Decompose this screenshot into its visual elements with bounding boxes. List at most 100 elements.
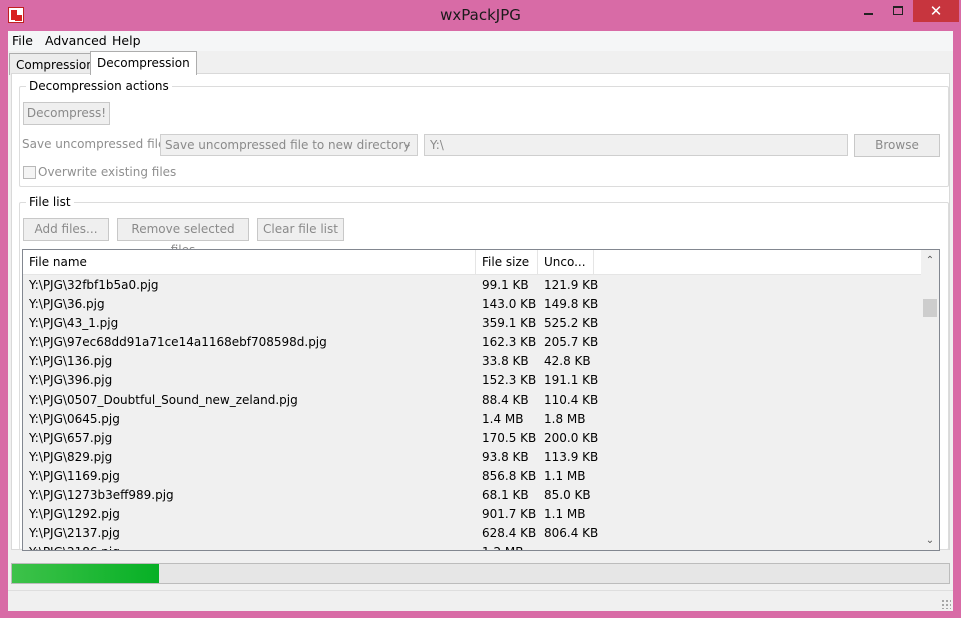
uncompressed-size-cell: 205.7 KB [544, 335, 599, 350]
file-size-cell: 901.7 KB [482, 507, 537, 522]
file-name-cell: Y:\PJG\829.pjg [29, 449, 113, 464]
decompression-panel: Decompression actions Decompress! Save u… [11, 73, 950, 551]
file-name-cell: Y:\PJG\43_1.pjg [29, 316, 119, 331]
overwrite-checkbox[interactable] [23, 166, 36, 179]
file-name-cell: Y:\PJG\36.pjg [29, 297, 105, 312]
file-size-cell: 93.8 KB [482, 449, 529, 464]
scroll-down-icon[interactable]: ⌄ [921, 532, 939, 549]
file-list-header: File name File size Unco... [23, 250, 922, 275]
file-size-cell: 628.4 KB [482, 526, 537, 541]
file-name-cell: Y:\PJG\0507_Doubtful_Sound_new_zeland.pj… [29, 392, 298, 407]
minimize-button[interactable] [853, 0, 883, 22]
table-row[interactable]: Y:\PJG\36.pjg 143.0 KB 149.8 KB [23, 295, 922, 314]
resize-grip-icon[interactable] [941, 599, 951, 609]
file-name-cell: Y:\PJG\2186.pjg [29, 545, 120, 550]
file-size-cell: 1.2 MB [482, 545, 523, 550]
uncompressed-size-cell: 191.1 KB [544, 373, 599, 388]
file-name-cell: Y:\PJG\97ec68dd91a71ce14a1168ebf708598d.… [29, 335, 327, 350]
progress-bar [11, 563, 950, 584]
file-name-cell: Y:\PJG\1273b3eff989.pjg [29, 488, 174, 503]
table-row[interactable]: Y:\PJG\657.pjg 170.5 KB 200.0 KB [23, 429, 922, 448]
file-size-cell: 359.1 KB [482, 316, 537, 331]
table-row[interactable]: Y:\PJG\2137.pjg 628.4 KB 806.4 KB [23, 524, 922, 543]
file-name-cell: Y:\PJG\1292.pjg [29, 507, 120, 522]
output-directory-field[interactable]: Y:\ [424, 134, 848, 156]
uncompressed-size-cell: 525.2 KB [544, 316, 599, 331]
file-size-cell: 856.8 KB [482, 468, 537, 483]
uncompressed-size-cell: 110.4 KB [544, 392, 599, 407]
uncompressed-size-cell: 85.0 KB [544, 488, 591, 503]
maximize-button[interactable] [883, 0, 913, 22]
menu-file[interactable]: File [12, 33, 33, 48]
vertical-scrollbar[interactable]: ⌃ ⌄ [921, 250, 939, 550]
file-size-cell: 88.4 KB [482, 392, 529, 407]
scroll-up-icon[interactable]: ⌃ [921, 252, 939, 269]
save-mode-value: Save uncompressed file to new directory [165, 138, 411, 152]
file-size-cell: 162.3 KB [482, 335, 537, 350]
tab-compression[interactable]: Compression [9, 53, 101, 75]
maximize-icon [893, 5, 903, 15]
progress-fill [12, 564, 160, 583]
tab-compression-label: Compression [16, 58, 94, 72]
file-size-cell: 1.4 MB [482, 411, 524, 426]
uncompressed-size-cell: 806.4 KB [544, 526, 599, 541]
save-uncompressed-label: Save uncompressed files: [22, 137, 176, 151]
table-row[interactable]: Y:\PJG\829.pjg 93.8 KB 113.9 KB [23, 448, 922, 467]
table-row[interactable]: Y:\PJG\2186.pjg 1.2 MB [23, 543, 922, 550]
table-row[interactable]: Y:\PJG\396.pjg 152.3 KB 191.1 KB [23, 371, 922, 390]
file-size-cell: 170.5 KB [482, 430, 537, 445]
window-title: wxPackJPG [440, 6, 521, 24]
file-list[interactable]: File name File size Unco... Y:\PJG\32fbf… [22, 249, 940, 551]
menu-advanced[interactable]: Advanced [45, 33, 107, 48]
uncompressed-size-cell: 1.8 MB [544, 411, 586, 426]
table-row[interactable]: Y:\PJG\0507_Doubtful_Sound_new_zeland.pj… [23, 391, 922, 410]
uncompressed-size-cell: 42.8 KB [544, 354, 591, 369]
scroll-thumb[interactable] [923, 299, 937, 317]
table-row[interactable]: Y:\PJG\32fbf1b5a0.pjg 99.1 KB 121.9 KB [23, 276, 922, 295]
uncompressed-size-cell: 121.9 KB [544, 278, 599, 292]
file-size-cell: 143.0 KB [482, 297, 537, 312]
file-size-cell: 33.8 KB [482, 354, 529, 369]
file-name-cell: Y:\PJG\1169.pjg [29, 468, 120, 483]
decompress-button[interactable]: Decompress! [23, 102, 110, 125]
file-list-rows: Y:\PJG\32fbf1b5a0.pjg 99.1 KB 121.9 KB Y:\P… [23, 276, 922, 550]
uncompressed-size-cell: 1.1 MB [544, 468, 586, 483]
file-name-cell: Y:\PJG\2137.pjg [29, 526, 120, 541]
column-header-file-name[interactable]: File name [23, 250, 476, 275]
file-name-cell: Y:\PJG\657.pjg [29, 430, 113, 445]
menu-bar: File Advanced Help [8, 31, 953, 51]
column-header-file-size[interactable]: File size [476, 250, 538, 275]
file-name-cell: Y:\PJG\136.pjg [29, 354, 113, 369]
table-row[interactable]: Y:\PJG\0645.pjg 1.4 MB 1.8 MB [23, 410, 922, 429]
table-row[interactable]: Y:\PJG\97ec68dd91a71ce14a1168ebf708598d.… [23, 333, 922, 352]
table-row[interactable]: Y:\PJG\136.pjg 33.8 KB 42.8 KB [23, 352, 922, 371]
decompression-actions-legend: Decompression actions [29, 79, 169, 93]
table-row[interactable]: Y:\PJG\1292.pjg 901.7 KB 1.1 MB [23, 505, 922, 524]
uncompressed-size-cell: 113.9 KB [544, 449, 599, 464]
browse-button[interactable]: Browse [854, 134, 940, 157]
uncompressed-size-cell: 149.8 KB [544, 297, 599, 312]
table-row[interactable]: Y:\PJG\43_1.pjg 359.1 KB 525.2 KB [23, 314, 922, 333]
add-files-button[interactable]: Add files... [23, 218, 109, 241]
client-area: File Advanced Help Compression Decompres… [8, 31, 953, 611]
save-mode-select[interactable]: Save uncompressed file to new directory … [160, 134, 418, 156]
clear-file-list-button[interactable]: Clear file list [257, 218, 344, 241]
close-button[interactable]: ✕ [913, 0, 959, 22]
overwrite-label: Overwrite existing files [38, 165, 177, 179]
remove-selected-files-button[interactable]: Remove selected files [117, 218, 249, 257]
file-size-cell: 152.3 KB [482, 373, 537, 388]
tab-decompression[interactable]: Decompression [90, 51, 197, 75]
column-header-uncompressed[interactable]: Unco... [538, 250, 594, 275]
uncompressed-size-cell: 1.1 MB [544, 507, 586, 522]
table-row[interactable]: Y:\PJG\1273b3eff989.pjg 68.1 KB 85.0 KB [23, 486, 922, 505]
table-row[interactable]: Y:\PJG\1169.pjg 856.8 KB 1.1 MB [23, 467, 922, 486]
close-icon: ✕ [929, 2, 943, 20]
file-name-cell: Y:\PJG\396.pjg [29, 373, 113, 388]
title-bar[interactable]: wxPackJPG ✕ [0, 0, 961, 31]
tab-decompression-label: Decompression [97, 56, 190, 70]
menu-help[interactable]: Help [112, 33, 141, 48]
minimize-icon [863, 13, 873, 15]
uncompressed-size-cell: 200.0 KB [544, 430, 599, 445]
status-bar [8, 590, 953, 611]
file-size-cell: 99.1 KB [482, 278, 529, 292]
